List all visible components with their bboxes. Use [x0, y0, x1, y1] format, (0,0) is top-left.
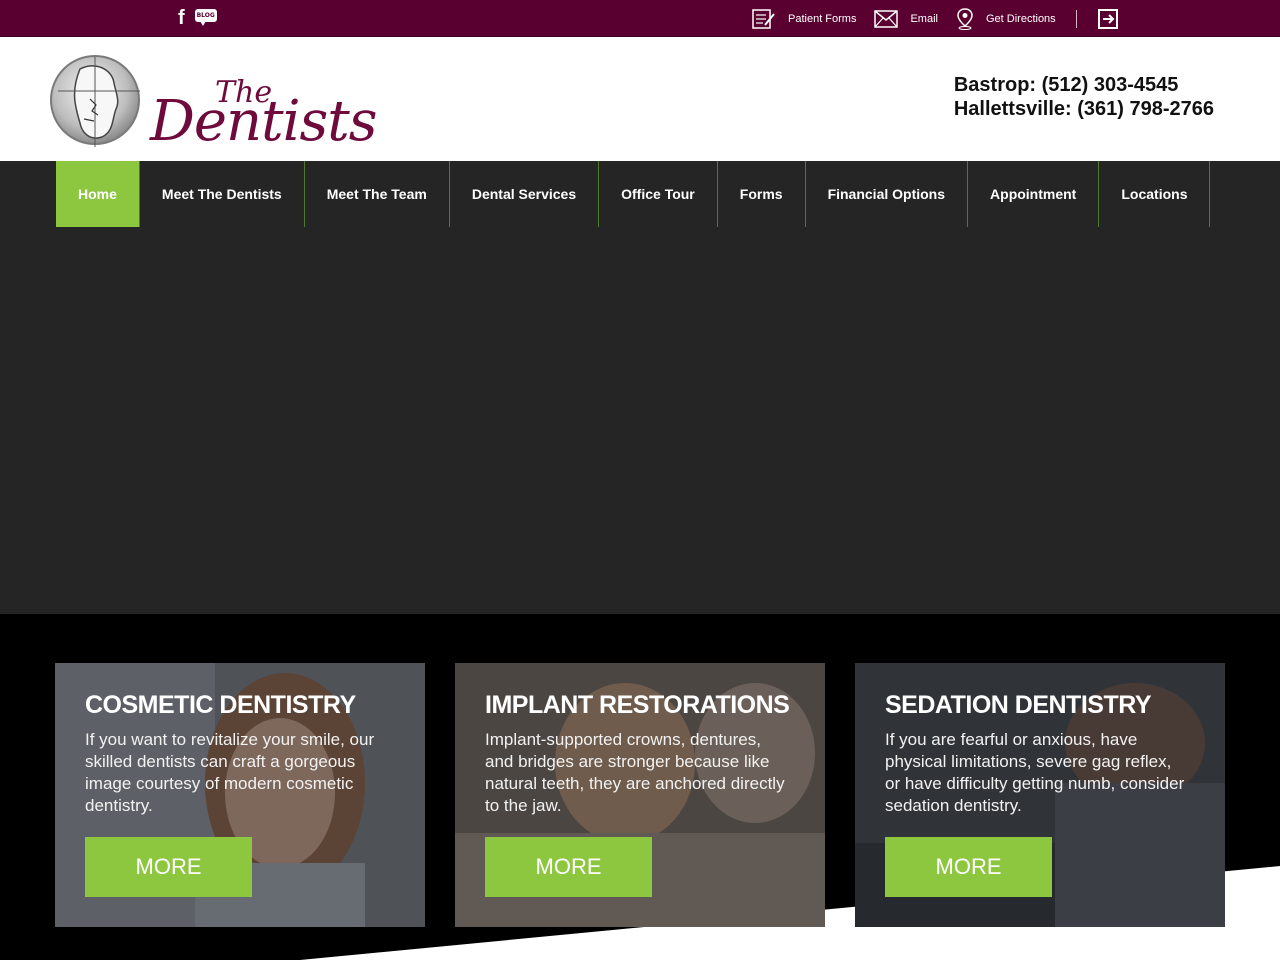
login-icon [1097, 8, 1118, 29]
social-links: f BLOG [178, 7, 217, 29]
logo[interactable]: The Dentists [50, 49, 380, 154]
more-button[interactable]: MORE [885, 837, 1052, 897]
blog-icon[interactable]: BLOG [194, 9, 217, 27]
service-title: SEDATION DENTISTRY [885, 691, 1152, 719]
more-button[interactable]: MORE [485, 837, 652, 897]
patient-forms-link[interactable]: Patient Forms [752, 8, 857, 29]
nav-item-dental-services[interactable]: Dental Services [450, 161, 600, 227]
nav-item-office-tour[interactable]: Office Tour [599, 161, 718, 227]
blog-label: BLOG [194, 9, 217, 22]
forms-icon [752, 8, 775, 29]
utility-links: Patient Forms Email Get Directions [752, 0, 1119, 37]
nav-item-home[interactable]: Home [56, 161, 140, 227]
service-description: If you are fearful or anxious, have phys… [885, 730, 1185, 815]
nav-item-meet-the-dentists[interactable]: Meet The Dentists [140, 161, 305, 227]
more-button[interactable]: MORE [85, 837, 252, 897]
site-header: The Dentists Bastrop: (512) 303-4545 Hal… [0, 37, 1280, 161]
main-nav: Home Meet The Dentists Meet The Team Den… [0, 161, 1280, 227]
directions-link[interactable]: Get Directions [956, 7, 1056, 30]
map-pin-icon [957, 7, 973, 30]
login-button[interactable] [1097, 8, 1119, 30]
service-title: IMPLANT RESTORATIONS [485, 691, 790, 719]
email-label: Email [910, 12, 938, 25]
logo-text-dentists: Dentists [150, 89, 377, 154]
nav-item-financial-options[interactable]: Financial Options [806, 161, 969, 227]
service-card-cosmetic: COSMETIC DENTISTRY If you want to revita… [55, 663, 425, 927]
services-section: COSMETIC DENTISTRY If you want to revita… [0, 614, 1280, 960]
nav-item-appointment[interactable]: Appointment [968, 161, 1100, 227]
top-bar: f BLOG Patient Forms Email Get Direction… [0, 0, 1280, 37]
patient-forms-label: Patient Forms [788, 12, 857, 25]
divider [1075, 9, 1077, 28]
tooth-profile-logo-icon [50, 55, 140, 147]
service-description: Implant-supported crowns, dentures, and … [485, 730, 785, 815]
phone-bastrop[interactable]: Bastrop: (512) 303-4545 [954, 73, 1214, 97]
service-card-sedation: SEDATION DENTISTRY If you are fearful or… [855, 663, 1225, 927]
facebook-icon[interactable]: f [178, 7, 185, 29]
email-link[interactable]: Email [874, 9, 938, 28]
nav-item-locations[interactable]: Locations [1099, 161, 1211, 227]
envelope-icon [874, 9, 899, 28]
nav-item-meet-the-team[interactable]: Meet The Team [305, 161, 450, 227]
phone-hallettsville[interactable]: Hallettsville: (361) 798-2766 [954, 97, 1214, 121]
nav-item-forms[interactable]: Forms [718, 161, 806, 227]
service-card-implant: IMPLANT RESTORATIONS Implant-supported c… [455, 663, 825, 927]
phone-numbers: Bastrop: (512) 303-4545 Hallettsville: (… [954, 73, 1214, 121]
directions-label: Get Directions [985, 12, 1056, 25]
service-title: COSMETIC DENTISTRY [85, 691, 356, 719]
service-description: If you want to revitalize your smile, ou… [85, 730, 375, 815]
hero-slider [0, 227, 1280, 614]
